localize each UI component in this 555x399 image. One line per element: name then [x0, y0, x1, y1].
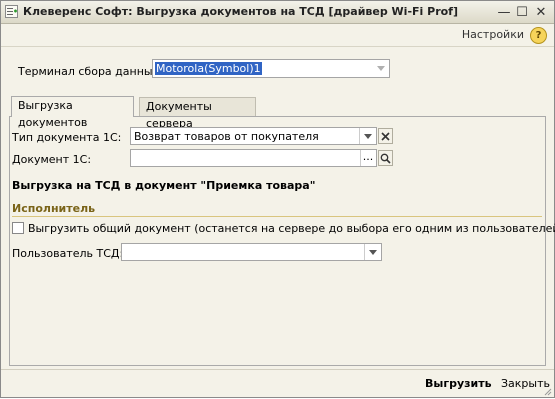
executor-section-title: Исполнитель [12, 202, 96, 215]
help-icon[interactable]: ? [530, 27, 547, 44]
export-button[interactable]: Выгрузить [425, 377, 492, 390]
title-bar[interactable]: Клеверенс Софт: Выгрузка документов на Т… [1, 1, 554, 24]
doc-type-select[interactable]: Возврат товаров от покупателя [130, 127, 377, 145]
document-label: Документ 1С: [12, 153, 92, 166]
terminal-label: Терминал сбора данных: [18, 65, 163, 78]
user-label: Пользователь ТСД: [12, 247, 124, 260]
shared-document-checkbox[interactable] [12, 222, 24, 234]
minimize-button[interactable]: — [496, 4, 512, 20]
terminal-select[interactable]: Motorola(Symbol)1 [152, 59, 390, 78]
chevron-down-icon[interactable] [359, 128, 376, 144]
tab-export-documents[interactable]: Выгрузка документов [11, 96, 134, 129]
close-window-button[interactable]: ✕ [533, 4, 549, 20]
tab-server-documents[interactable]: Документы сервера [139, 97, 256, 130]
doc-type-value: Возврат товаров от покупателя [134, 130, 319, 143]
maximize-button[interactable]: ☐ [514, 4, 530, 20]
shared-document-label[interactable]: Выгрузить общий документ (останется на с… [28, 222, 555, 235]
main-window: Клеверенс Софт: Выгрузка документов на Т… [0, 0, 555, 398]
toolbar: Настройки ? [1, 24, 554, 47]
user-select[interactable] [121, 243, 382, 261]
chevron-down-icon[interactable] [364, 244, 381, 260]
export-target-heading: Выгрузка на ТСД в документ "Приемка това… [12, 179, 316, 192]
search-icon[interactable] [378, 150, 393, 166]
clear-icon[interactable] [378, 128, 393, 144]
chevron-down-icon[interactable] [373, 60, 389, 77]
doc-type-label: Тип документа 1С: [12, 131, 122, 144]
section-divider [12, 216, 542, 217]
terminal-value: Motorola(Symbol)1 [155, 62, 262, 75]
app-icon [5, 5, 18, 18]
document-field[interactable]: ... [130, 149, 377, 167]
settings-button[interactable]: Настройки [462, 28, 524, 41]
footer-divider [1, 369, 554, 370]
window-title: Клеверенс Софт: Выгрузка документов на Т… [23, 5, 458, 18]
resize-grip-icon[interactable] [543, 386, 552, 396]
ellipsis-button[interactable]: ... [360, 150, 375, 166]
